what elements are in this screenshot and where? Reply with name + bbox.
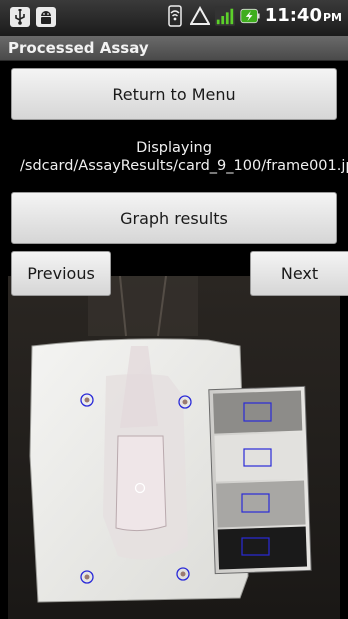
assay-frame-image (8, 276, 340, 619)
next-button[interactable]: Next (250, 251, 348, 296)
system-icons: 11:40PM (165, 4, 342, 27)
clock-time: 11:40 (264, 5, 322, 26)
wifi-icon (165, 4, 185, 27)
android-debug-icon (36, 7, 56, 27)
signal-icon (214, 5, 235, 26)
clock-ampm: PM (322, 11, 342, 24)
page-title: Processed Assay (8, 39, 149, 57)
battery-charging-icon (240, 6, 260, 26)
usb-icon (10, 7, 30, 27)
warning-triangle-icon (189, 5, 210, 26)
previous-button[interactable]: Previous (11, 251, 111, 296)
title-bar: Processed Assay (0, 36, 348, 61)
graph-results-button[interactable]: Graph results (11, 192, 337, 244)
clock: 11:40PM (265, 5, 342, 26)
displaying-file-text: Displaying /sdcard/AssayResults/card_9_1… (20, 140, 348, 174)
notification-icons (10, 7, 56, 27)
return-to-menu-button[interactable]: Return to Menu (11, 68, 337, 120)
status-bar: 11:40PM (0, 0, 348, 37)
